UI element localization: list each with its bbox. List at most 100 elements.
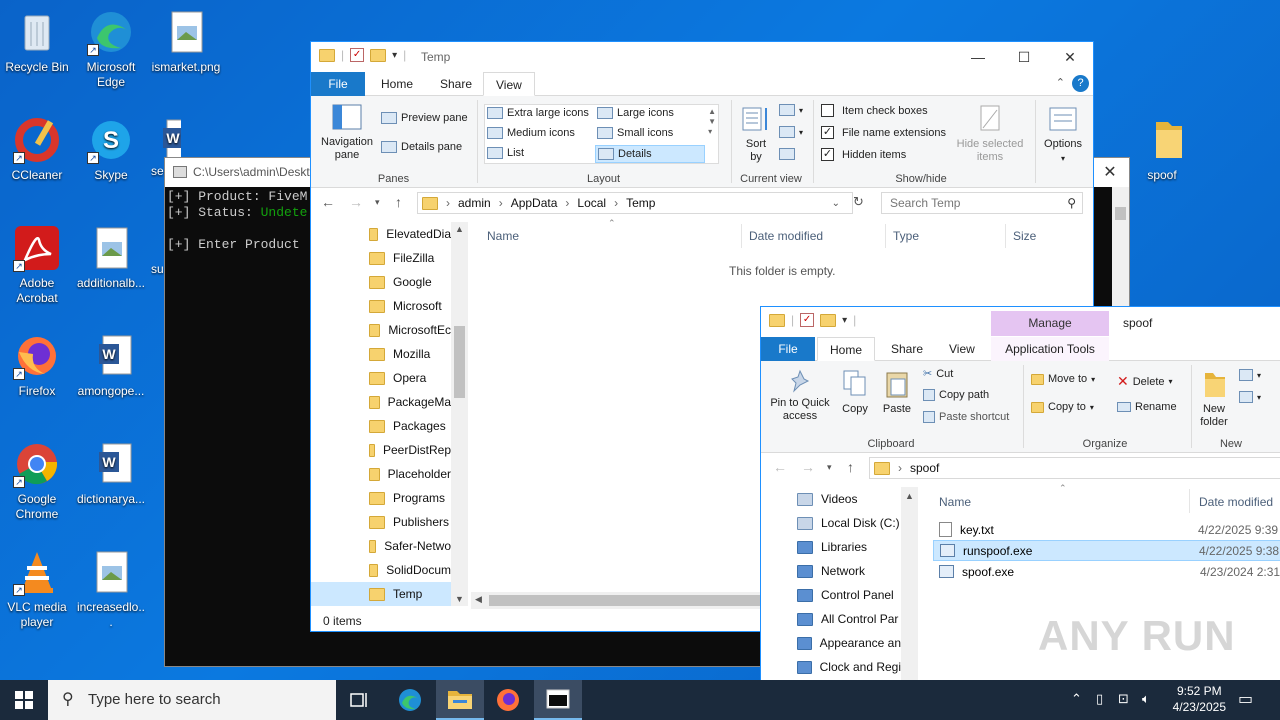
rename-button[interactable]: Rename — [1117, 401, 1177, 413]
forward-icon[interactable]: → — [349, 194, 363, 210]
address-bar[interactable]: › admin › AppData › Local › Temp ⌄ — [417, 192, 853, 214]
column-header-date-modified[interactable]: Date modified — [749, 229, 823, 243]
details-pane-button[interactable]: Details pane — [381, 141, 462, 153]
copy-to-button[interactable]: Copy to ▾ — [1031, 401, 1094, 413]
tab-file[interactable]: File — [311, 72, 365, 96]
taskbar-console[interactable] — [534, 680, 582, 720]
desktop-icon-skype[interactable]: S ↗ Skype — [76, 116, 146, 183]
nav-item[interactable]: Local Disk (C:) — [791, 511, 901, 535]
column-header-name[interactable]: Name — [939, 495, 971, 509]
layout-medium-icons[interactable]: Medium icons — [487, 127, 575, 139]
tab-home[interactable]: Home — [817, 337, 876, 361]
column-header-name[interactable]: Name — [487, 229, 519, 243]
item-check-boxes-toggle[interactable]: Item check boxes — [821, 104, 928, 117]
preview-pane-button[interactable]: Preview pane — [381, 112, 468, 124]
desktop-icon-ismarket[interactable]: ismarket.png — [151, 8, 221, 75]
easy-access-button[interactable]: ▾ — [1239, 391, 1261, 403]
layout-extra-large-icons[interactable]: Extra large icons — [487, 107, 589, 119]
nav-item[interactable]: Network — [791, 559, 901, 583]
breadcrumb-admin[interactable]: admin — [458, 196, 491, 210]
desktop-icon-firefox[interactable]: ↗ Firefox — [2, 332, 72, 399]
file-name-extensions-toggle[interactable]: ✓ File name extensions — [821, 126, 946, 139]
column-header-size[interactable]: Size — [1013, 229, 1036, 243]
nav-item[interactable]: Programs — [311, 486, 451, 510]
back-icon[interactable]: ← — [321, 194, 335, 210]
tab-file[interactable]: File — [761, 337, 815, 361]
tab-home[interactable]: Home — [369, 72, 425, 96]
layout-list[interactable]: List — [487, 147, 524, 159]
taskbar-file-explorer[interactable] — [436, 680, 484, 720]
pin-quick-access-button[interactable]: Pin to Quick access — [767, 369, 833, 423]
nav-item[interactable]: Google — [311, 270, 451, 294]
nav-item[interactable]: SolidDocum — [311, 558, 451, 582]
nav-scrollbar[interactable]: ▲ ▼ — [451, 222, 468, 606]
copy-button[interactable]: Copy — [839, 369, 871, 415]
minimize-icon[interactable]: — — [955, 42, 1001, 72]
nav-item[interactable]: PackageMa — [311, 390, 451, 414]
task-view-button[interactable] — [336, 680, 384, 720]
size-columns-button[interactable] — [779, 148, 795, 160]
scroll-up-icon[interactable]: ▲ — [455, 224, 464, 234]
breadcrumb-temp[interactable]: Temp — [626, 196, 655, 210]
properties-icon[interactable]: ✓ — [350, 48, 365, 62]
manage-context-tab[interactable]: Manage — [991, 311, 1109, 336]
sort-by-button[interactable]: Sort by — [739, 104, 773, 164]
network-icon[interactable]: ⊡ — [1118, 691, 1129, 707]
file-row[interactable]: key.txt 4/22/2025 9:39 — [933, 519, 1280, 540]
hide-selected-items-button[interactable]: Hide selected items — [951, 104, 1029, 164]
column-header-type[interactable]: Type — [893, 229, 919, 243]
new-folder-icon[interactable] — [370, 48, 387, 62]
nav-item[interactable]: Safer-Netwo — [311, 534, 451, 558]
nav-item[interactable]: Temp — [311, 582, 451, 606]
breadcrumb-appdata[interactable]: AppData — [511, 196, 558, 210]
nav-item[interactable]: Publishers — [311, 510, 451, 534]
up-icon[interactable]: ↑ — [395, 194, 402, 210]
nav-item[interactable]: Mozilla — [311, 342, 451, 366]
group-by-button[interactable]: ▾ — [779, 104, 803, 116]
desktop-icon-dictionarya[interactable]: W dictionarya... — [76, 440, 146, 507]
start-button[interactable] — [0, 680, 48, 720]
nav-item[interactable]: ElevatedDia — [311, 222, 451, 246]
address-bar[interactable]: › spoof — [869, 457, 1280, 479]
recent-locations-icon[interactable]: ▾ — [375, 197, 380, 208]
desktop-icon-chrome[interactable]: ↗ Google Chrome — [2, 440, 72, 522]
new-item-button[interactable]: ▾ — [1239, 369, 1261, 381]
back-icon[interactable]: ← — [773, 459, 787, 475]
help-icon[interactable]: ? — [1072, 75, 1089, 92]
breadcrumb-spoof[interactable]: spoof — [910, 461, 939, 475]
maximize-icon[interactable]: ☐ — [1001, 42, 1047, 72]
forward-icon[interactable]: → — [801, 459, 815, 475]
nav-item[interactable]: All Control Par — [791, 607, 901, 631]
new-folder-button[interactable]: New folder — [1197, 369, 1231, 429]
taskbar-firefox[interactable] — [484, 680, 532, 720]
titlebar[interactable]: | ✓ ▾ | Temp — ☐ ✕ — [311, 42, 1093, 72]
scroll-down-icon[interactable]: ▼ — [455, 594, 464, 604]
refresh-icon[interactable]: ↻ — [853, 194, 864, 210]
scrollbar-thumb[interactable] — [454, 326, 465, 398]
nav-item[interactable]: MicrosoftEc — [311, 318, 451, 342]
desktop-icon-acrobat[interactable]: ↗ Adobe Acrobat — [2, 224, 72, 306]
scrollbar-thumb[interactable] — [1115, 207, 1126, 220]
desktop-icon-ccleaner[interactable]: ↗ CCleaner — [2, 116, 72, 183]
collapse-ribbon-icon[interactable]: ⌃ — [1056, 76, 1065, 89]
hidden-items-toggle[interactable]: ✓ Hidden items — [821, 148, 906, 161]
add-columns-button[interactable]: ▾ — [779, 126, 803, 138]
close-icon[interactable]: ✕ — [1095, 162, 1125, 184]
nav-item[interactable]: Appearance an — [791, 631, 901, 655]
notifications-icon[interactable]: ▭ — [1238, 689, 1253, 709]
paste-shortcut-button[interactable]: Paste shortcut — [923, 411, 1009, 423]
titlebar[interactable]: | ✓ ▾ | Manage spoof — [761, 307, 1280, 337]
layout-large-icons[interactable]: Large icons — [597, 107, 674, 119]
scroll-up-icon[interactable]: ▲ — [905, 491, 914, 501]
gallery-scroll-icon[interactable]: ▲ ▼ ▾ — [708, 107, 716, 137]
search-input[interactable]: Search Temp ⚲ — [881, 192, 1083, 214]
battery-icon[interactable]: ▯ — [1096, 691, 1103, 707]
nav-item[interactable]: FileZilla — [311, 246, 451, 270]
close-icon[interactable]: ✕ — [1047, 42, 1093, 72]
file-row-selected[interactable]: runspoof.exe 4/22/2025 9:38 — [933, 540, 1280, 561]
nav-item[interactable]: Control Panel — [791, 583, 901, 607]
address-dropdown-icon[interactable]: ⌄ — [832, 198, 840, 209]
desktop-icon-spoof-folder[interactable]: spoof — [1127, 116, 1197, 183]
paste-button[interactable]: Paste — [881, 369, 913, 415]
scroll-left-icon[interactable]: ◀ — [475, 594, 482, 605]
